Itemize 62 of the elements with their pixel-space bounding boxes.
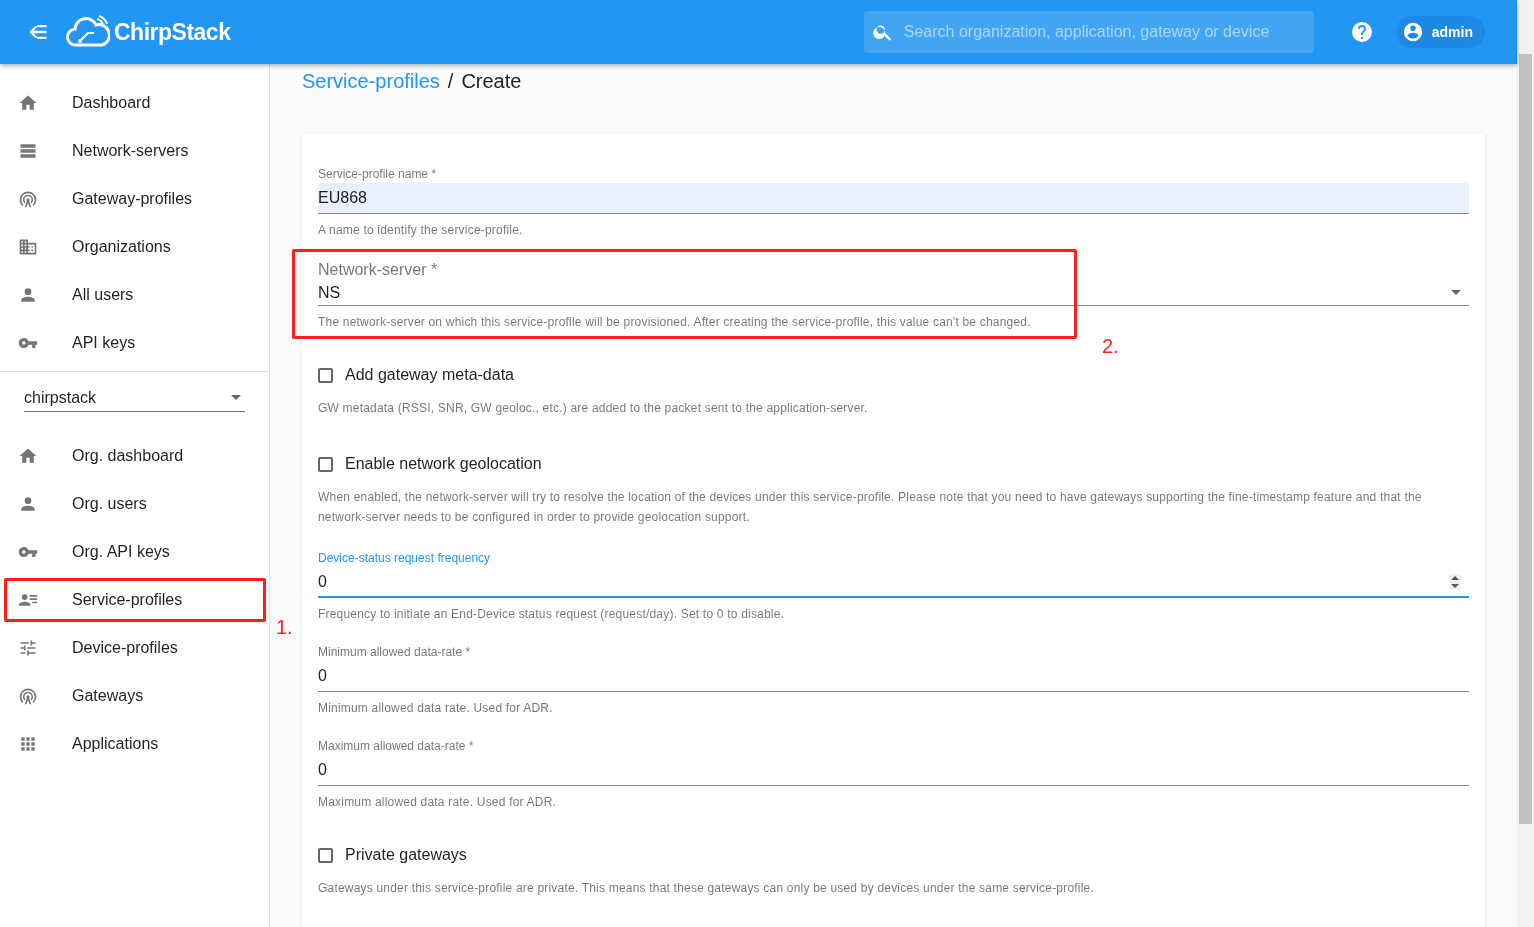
helper-text: Maximum allowed data rate. Used for ADR. [318,794,558,811]
sidebar-item[interactable]: All users [0,271,269,319]
page-title: Create [461,69,522,93]
sidebar-item[interactable]: Gateways [0,672,269,720]
sidebar-item[interactable]: Service-profiles [0,576,269,624]
field-label: Network-server * [318,261,439,280]
sidebar-item[interactable]: API keys [0,319,269,367]
checkbox[interactable] [318,456,333,472]
sidebar-item[interactable]: Organizations [0,223,269,271]
server-stack-icon [18,141,38,161]
checkbox-label: Add gateway meta-data [345,366,514,384]
building-icon [18,237,38,257]
sidebar-item[interactable]: Org. API keys [0,528,269,576]
helper-text: When enabled, the network-server will try to resolve the location of the devices under this service-profile. Please note that you need to have gateways supporting the fine-timestamp feature and that the network-server needs to be configured in order to provide geolocation support. [318,489,1423,526]
help-icon[interactable] [1349,20,1374,44]
sidebar-item[interactable]: Gateway-profiles [0,175,269,223]
dropdown-arrow-icon [1451,290,1461,295]
helper-text: A name to identify the service-profile. [318,222,524,239]
input-field[interactable]: 0 [318,567,1469,598]
select-field[interactable]: NS [318,280,1469,306]
user-menu-button[interactable]: admin [1395,16,1485,48]
sidebar-item[interactable]: Dashboard [0,79,269,127]
dropdown-arrow-icon [231,395,241,400]
logo-text: ChirpStack [114,18,231,46]
spinner-icon[interactable] [1449,573,1461,590]
organization-select[interactable]: chirpstack [24,384,245,412]
helper-text: The network-server on which this service-profile will be provisioned. After creating the service-profile, this value can't be changed. [318,314,1032,331]
input-field[interactable]: EU868 [318,183,1469,214]
annotation-label: 2. [1102,335,1119,358]
home-icon [18,446,38,466]
person-icon [18,494,38,514]
antenna-icon [18,686,38,706]
sliders-icon [18,638,38,658]
sidebar-item[interactable]: Org. users [0,480,269,528]
field-label: Device-status request frequency [318,551,492,567]
sidebar-item[interactable]: Device-profiles [0,624,269,672]
search-input[interactable]: Search organization, application, gateway or device [901,22,1314,42]
cloud-logo-icon [66,15,110,49]
sidebar-item[interactable]: Network-servers [0,127,269,175]
input-field[interactable]: 0 [318,755,1469,786]
checkbox-label: Enable network geolocation [345,455,542,473]
checkbox[interactable] [318,847,333,863]
home-icon [18,93,38,113]
breadcrumb-separator: / [447,69,454,93]
sidebar-item[interactable]: Org. dashboard [0,432,269,480]
field-label: Service-profile name * [318,167,438,183]
grid-icon [18,734,38,754]
person-icon [18,285,38,305]
field-label: Maximum allowed data-rate * [318,739,475,755]
checkbox[interactable] [318,367,333,383]
helper-text: Frequency to initiate an End-Device status request (request/day). Set to 0 to disable. [318,606,786,623]
helper-text: GW metadata (RSSI, SNR, GW geoloc., etc.) are added to the packet sent to the application-server. [318,400,869,417]
input-field[interactable]: 0 [318,661,1469,692]
antenna-icon [18,189,38,209]
checkbox-label: Private gateways [345,846,467,864]
annotation-label: 1. [276,616,293,639]
scrollbar[interactable] [1517,0,1534,927]
sidebar-item[interactable]: Applications [0,720,269,768]
helper-text: Minimum allowed data rate. Used for ADR. [318,700,554,717]
helper-text: Gateways under this service-profile are private. This means that these gateways can only be used by devices under the same service-profile. [318,880,1095,897]
field-label: Minimum allowed data-rate * [318,645,472,661]
search-field[interactable]: Search organization, application, gateway or device [863,11,1314,53]
